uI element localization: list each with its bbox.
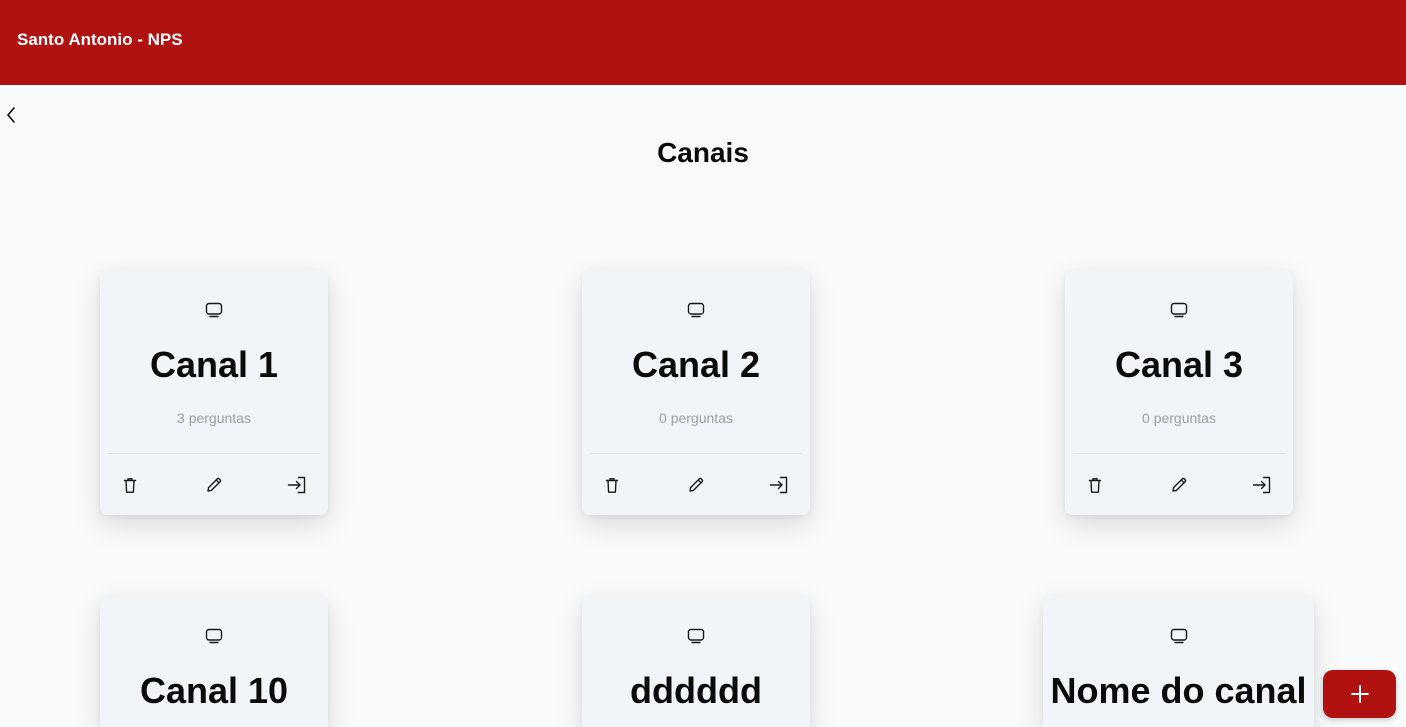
back-button[interactable] bbox=[1, 104, 21, 126]
pencil-icon bbox=[1170, 476, 1188, 494]
edit-button[interactable] bbox=[203, 474, 225, 496]
channel-card: Nome do canal bbox=[1043, 596, 1314, 727]
tv-icon bbox=[100, 300, 328, 320]
edit-button[interactable] bbox=[685, 474, 707, 496]
tv-icon bbox=[582, 300, 810, 320]
tv-icon bbox=[1065, 300, 1293, 320]
question-count: 3 perguntas bbox=[177, 410, 251, 426]
tv-icon bbox=[1043, 626, 1314, 646]
trash-icon bbox=[605, 477, 619, 494]
card-actions bbox=[100, 474, 328, 496]
plus-icon bbox=[1350, 684, 1370, 704]
tv-icon bbox=[100, 626, 328, 646]
top-app-bar: Santo Antonio - NPS bbox=[0, 0, 1406, 85]
card-divider bbox=[1073, 453, 1285, 454]
channel-card: Canal 1 3 perguntas bbox=[100, 270, 328, 515]
open-button[interactable] bbox=[1251, 474, 1273, 496]
trash-icon bbox=[123, 477, 137, 494]
channel-card: Canal 3 0 perguntas bbox=[1065, 270, 1293, 515]
channel-name: Canal 2 bbox=[631, 344, 761, 385]
delete-button[interactable] bbox=[1084, 474, 1106, 496]
channel-card: Canal 2 0 perguntas bbox=[582, 270, 810, 515]
sign-in-icon bbox=[1252, 476, 1272, 494]
channel-name: Canal 1 bbox=[149, 344, 279, 385]
sign-in-icon bbox=[287, 476, 307, 494]
add-channel-button[interactable] bbox=[1323, 670, 1396, 718]
open-button[interactable] bbox=[286, 474, 308, 496]
delete-button[interactable] bbox=[601, 474, 623, 496]
chevron-left-icon bbox=[5, 106, 17, 124]
app-title: Santo Antonio - NPS bbox=[17, 30, 183, 49]
question-count: 0 perguntas bbox=[659, 410, 733, 426]
card-divider bbox=[108, 453, 320, 454]
delete-button[interactable] bbox=[119, 474, 141, 496]
sign-in-icon bbox=[769, 476, 789, 494]
card-divider bbox=[590, 453, 802, 454]
channel-name: Nome do canal bbox=[1050, 670, 1307, 711]
channel-name: Canal 10 bbox=[139, 670, 289, 711]
pencil-icon bbox=[687, 476, 705, 494]
card-actions bbox=[582, 474, 810, 496]
channel-name: dddddd bbox=[630, 670, 762, 711]
card-actions bbox=[1065, 474, 1293, 496]
channel-card: dddddd bbox=[582, 596, 810, 727]
open-button[interactable] bbox=[768, 474, 790, 496]
trash-icon bbox=[1088, 477, 1102, 494]
channel-name: Canal 3 bbox=[1114, 344, 1244, 385]
edit-button[interactable] bbox=[1168, 474, 1190, 496]
question-count: 0 perguntas bbox=[1142, 410, 1216, 426]
pencil-icon bbox=[205, 476, 223, 494]
channel-card: Canal 10 bbox=[100, 596, 328, 727]
tv-icon bbox=[582, 626, 810, 646]
page-title: Canais bbox=[657, 137, 749, 168]
